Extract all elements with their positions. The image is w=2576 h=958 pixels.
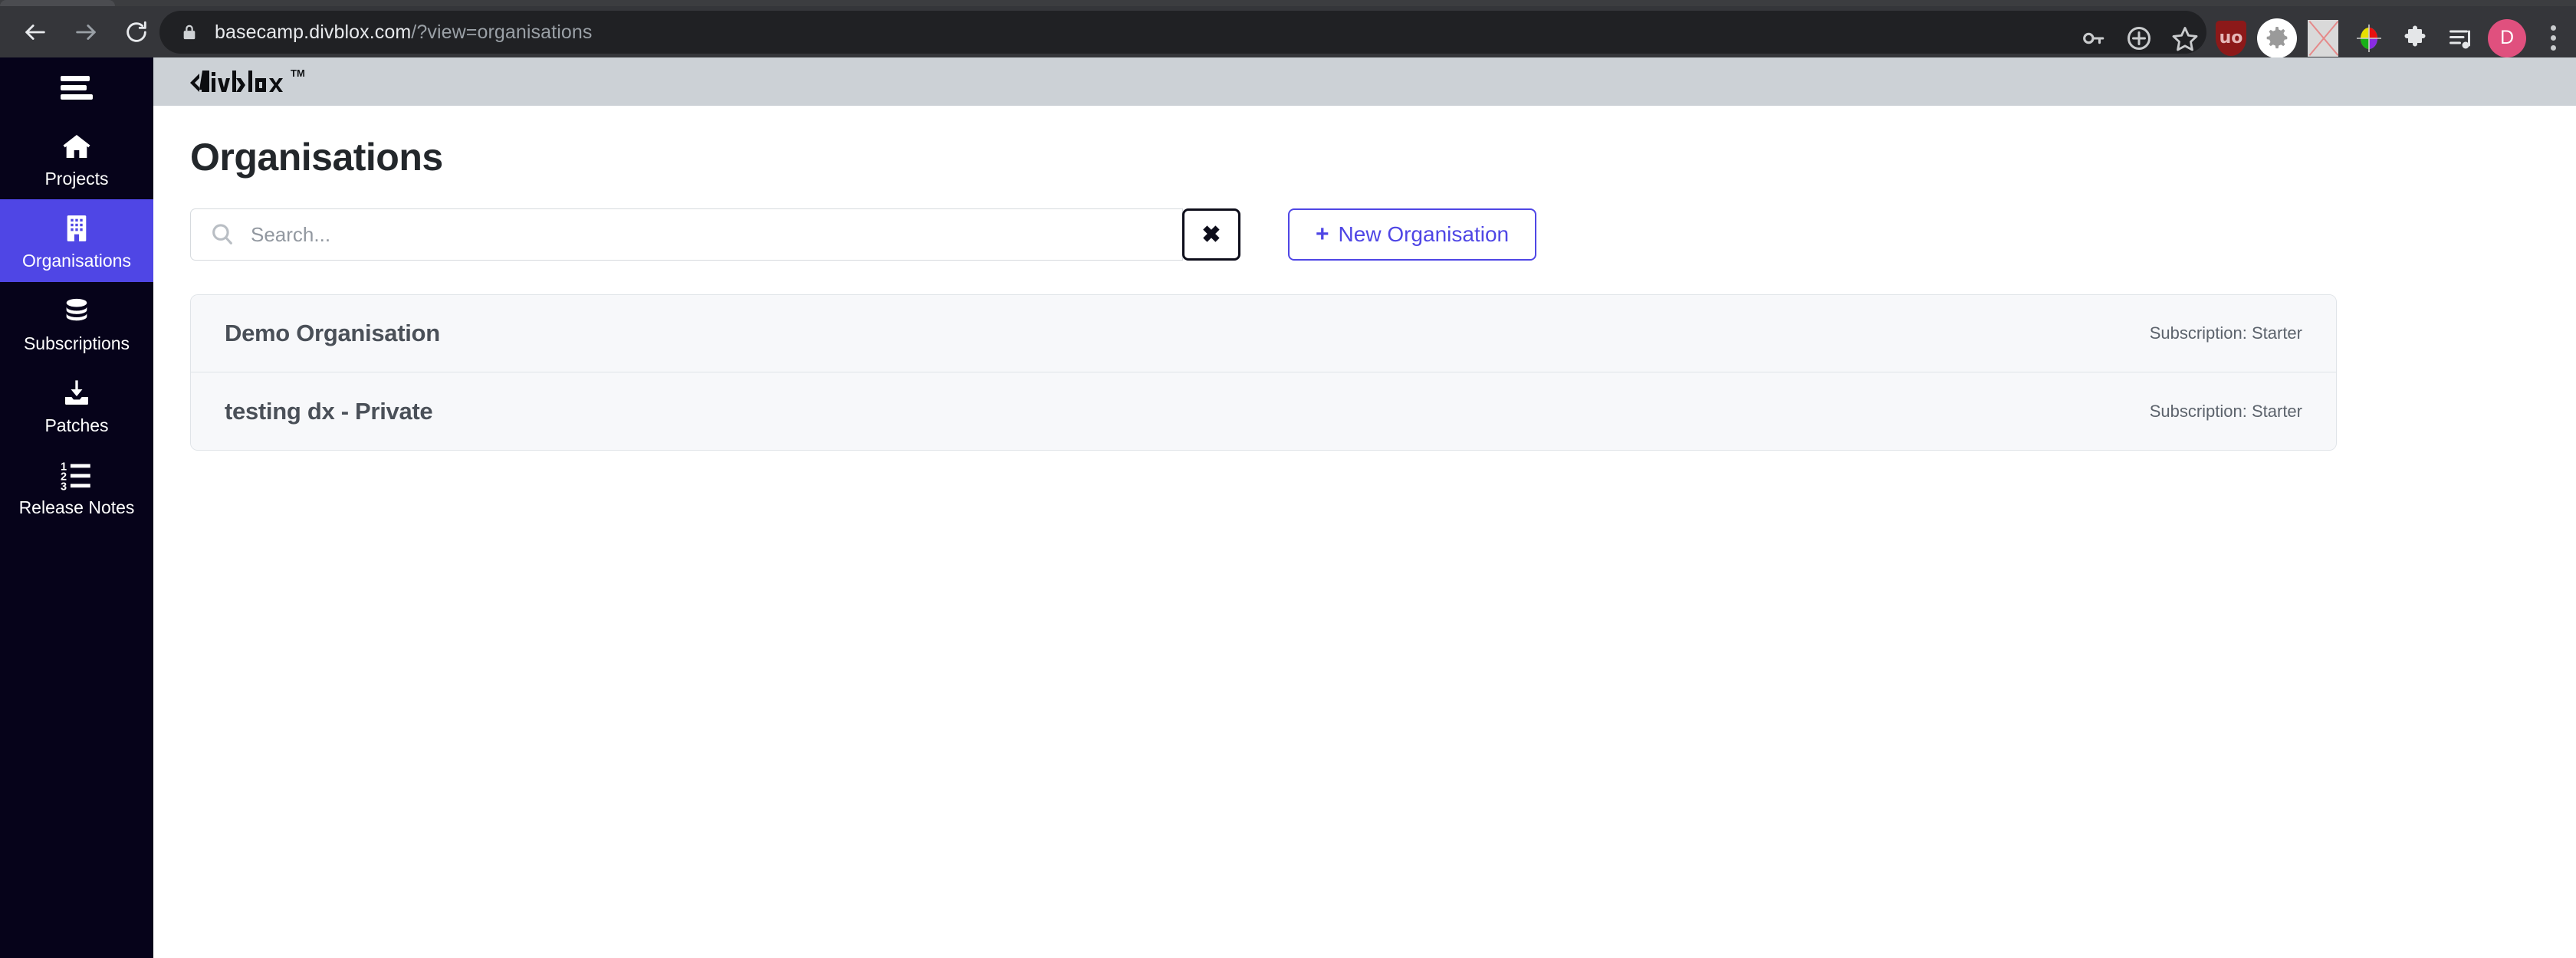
gear-extension-icon[interactable] xyxy=(2254,15,2300,61)
database-icon xyxy=(61,294,92,328)
extensions-puzzle-icon[interactable] xyxy=(2392,15,2438,61)
organisation-name: testing dx - Private xyxy=(225,397,433,425)
subscription-label: Subscription: Starter xyxy=(2149,323,2302,343)
kebab-dot xyxy=(2550,45,2556,51)
controls-row: Search... ✖ + New Organisation xyxy=(190,208,2539,261)
organisation-name: Demo Organisation xyxy=(225,320,440,346)
trademark-label: TM xyxy=(291,67,305,79)
download-inbox-icon xyxy=(61,376,92,410)
browser-toolbar: basecamp.divblox.com/?view=organisations xyxy=(0,6,2576,58)
plus-icon: + xyxy=(1316,221,1329,247)
reload-icon xyxy=(127,21,146,42)
sidebar-item-organisations[interactable]: Organisations xyxy=(0,199,153,282)
app-header: TM xyxy=(153,57,2576,106)
clear-search-button[interactable]: ✖ xyxy=(1182,208,1240,261)
search-placeholder: Search... xyxy=(251,222,331,246)
search-input[interactable]: Search... xyxy=(190,208,1183,261)
sidebar-item-patches[interactable]: Patches xyxy=(0,364,153,446)
kebab-dot xyxy=(2550,35,2556,41)
tab-strip xyxy=(0,0,2576,6)
disabled-extension-icon[interactable] xyxy=(2300,15,2346,61)
sidebar-item-label: Patches xyxy=(44,415,109,435)
sidebar-item-label: Organisations xyxy=(22,251,131,271)
sidebar: Projects Organisations Subscriptions Pat… xyxy=(0,57,153,958)
divblox-wordmark-icon xyxy=(190,71,283,92)
search-icon xyxy=(212,224,232,244)
back-arrow-icon xyxy=(25,24,45,40)
share-circle-icon[interactable] xyxy=(2116,15,2162,61)
reload-button[interactable] xyxy=(115,11,158,54)
sidebar-item-projects[interactable]: Projects xyxy=(0,117,153,199)
hamburger-icon xyxy=(61,75,93,100)
numbered-list-icon: 1 2 3 xyxy=(61,458,93,492)
media-playlist-icon[interactable] xyxy=(2438,15,2484,61)
url-display: basecamp.divblox.com/?view=organisations xyxy=(215,21,592,44)
lock-icon xyxy=(183,25,196,40)
new-organisation-label: New Organisation xyxy=(1338,222,1510,246)
browser-menu-button[interactable] xyxy=(2530,15,2576,61)
sidebar-item-subscriptions[interactable]: Subscriptions xyxy=(0,282,153,364)
color-picker-extension-icon[interactable] xyxy=(2346,15,2392,61)
home-icon xyxy=(61,130,92,163)
url-path: /?view=organisations xyxy=(411,21,593,43)
kebab-dot xyxy=(2550,25,2556,31)
page-body: Organisations Search... ✖ + New Organisa… xyxy=(153,135,2576,451)
sidebar-item-label: Subscriptions xyxy=(23,333,130,353)
new-organisation-button[interactable]: + New Organisation xyxy=(1288,208,1537,261)
address-bar[interactable]: basecamp.divblox.com/?view=organisations xyxy=(159,11,2206,54)
table-row[interactable]: testing dx - Private Subscription: Start… xyxy=(191,372,2336,450)
page-viewport: Projects Organisations Subscriptions Pat… xyxy=(0,57,2576,958)
subscription-label: Subscription: Starter xyxy=(2149,401,2302,421)
profile-avatar[interactable]: D xyxy=(2484,15,2530,61)
url-host: basecamp.divblox.com xyxy=(215,21,412,43)
password-key-icon[interactable] xyxy=(2070,15,2116,61)
forward-button[interactable] xyxy=(64,11,107,54)
menu-toggle[interactable] xyxy=(0,57,153,117)
svg-text:3: 3 xyxy=(61,481,67,491)
sidebar-item-release-notes[interactable]: 1 2 3 Release Notes xyxy=(0,446,153,528)
page-title: Organisations xyxy=(190,136,443,179)
sidebar-item-label: Projects xyxy=(44,169,109,189)
ublock-origin-extension-icon[interactable]: uo xyxy=(2208,15,2254,61)
search-group: Search... ✖ xyxy=(190,208,1240,261)
browser-chrome: basecamp.divblox.com/?view=organisations xyxy=(0,0,2576,58)
divblox-logo[interactable]: TM xyxy=(190,67,305,96)
building-icon xyxy=(62,212,91,245)
back-button[interactable] xyxy=(14,11,57,54)
organisations-list: Demo Organisation Subscription: Starter … xyxy=(190,294,2337,451)
bookmark-star-icon[interactable] xyxy=(2162,15,2208,61)
main-content: TM Organisations Search... ✖ + New Organ… xyxy=(153,57,2576,958)
table-row[interactable]: Demo Organisation Subscription: Starter xyxy=(191,295,2336,372)
forward-arrow-icon xyxy=(76,24,96,40)
avatar: D xyxy=(2488,18,2526,57)
active-tab[interactable] xyxy=(0,0,115,6)
toolbar-right-icons: uo D xyxy=(2070,12,2576,64)
sidebar-item-label: Release Notes xyxy=(18,497,135,518)
